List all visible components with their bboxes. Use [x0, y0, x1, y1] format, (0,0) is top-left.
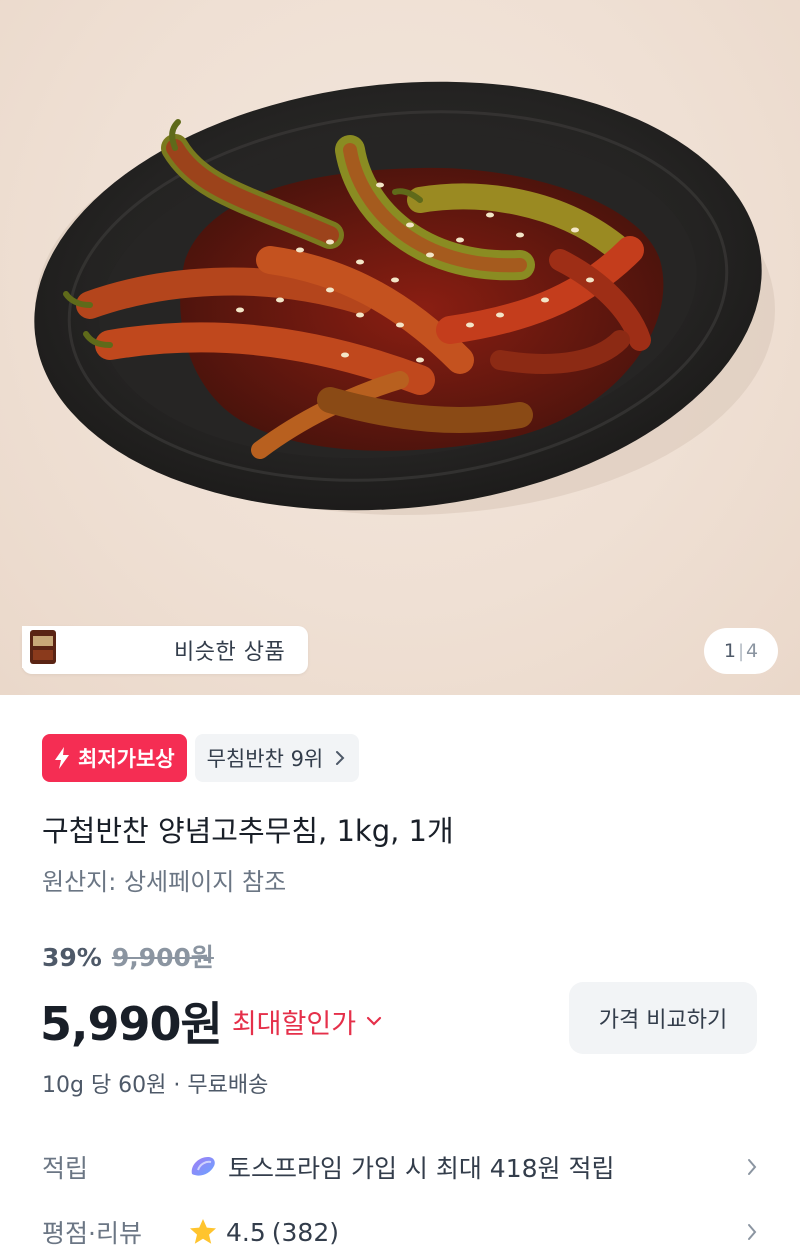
original-price: 9,900원 [111, 943, 214, 972]
product-origin: 원산지: 상세페이지 참조 [42, 868, 287, 896]
review-rating: 4.5 [226, 1217, 266, 1247]
chevron-right-icon [748, 1224, 757, 1240]
category-rank-badge[interactable]: 무침반찬 9위 [194, 734, 360, 782]
image-counter-separator: | [737, 640, 745, 662]
review-row[interactable]: 평점·리뷰 4.5 (382) [42, 1212, 758, 1252]
image-counter-current: 1 [723, 640, 736, 662]
points-label: 적립 [42, 1154, 89, 1183]
chevron-right-icon [336, 751, 345, 765]
lowest-price-badge-label: 최저가보상 [78, 747, 175, 771]
lowest-price-badge[interactable]: 최저가보상 [42, 734, 187, 782]
price-row: 5,990원 최대할인가 [40, 988, 382, 1054]
points-value: 토스프라임 가입 시 최대 418원 적립 [228, 1154, 615, 1183]
discount-row: 39% 9,900원 [42, 938, 214, 974]
similar-products-label: 비슷한 상품 [174, 640, 286, 665]
lightning-bolt-icon [55, 747, 69, 769]
product-image-gallery[interactable]: 비슷한 상품 1 | 4 [0, 0, 800, 695]
sale-price: 5,990원 [40, 997, 223, 1051]
review-value-container: 4.5 (382) [188, 1217, 746, 1247]
points-row[interactable]: 적립 토스프라임 가입 시 최대 418원 적립 [42, 1147, 758, 1187]
unit-price-shipping: 10g 당 60원 · 무료배송 [42, 1073, 269, 1098]
max-discount-toggle[interactable]: 최대할인가 [232, 1002, 356, 1041]
price-compare-button[interactable]: 가격 비교하기 [569, 982, 757, 1054]
review-count: (382) [271, 1217, 339, 1247]
prime-icon [191, 1157, 215, 1176]
discount-rate: 39% [42, 943, 102, 972]
chevron-down-icon[interactable] [366, 1016, 382, 1026]
chevron-right-icon [748, 1159, 757, 1175]
similar-thumb-3 [22, 626, 160, 671]
product-photo [34, 81, 775, 515]
similar-thumb-2 [22, 626, 114, 671]
badge-row: 최저가보상 무침반찬 9위 [42, 734, 360, 782]
category-rank-label: 무침반찬 9위 [206, 747, 324, 771]
image-counter: 1 | 4 [704, 628, 778, 674]
review-label: 평점·리뷰 [42, 1219, 142, 1248]
points-value-container: 토스프라임 가입 시 최대 418원 적립 [188, 1149, 746, 1185]
star-icon [190, 1219, 216, 1244]
product-title: 구첩반찬 양념고추무침, 1kg, 1개 [42, 814, 454, 848]
similar-products-button[interactable]: 비슷한 상품 [22, 626, 308, 674]
image-counter-total: 4 [746, 640, 759, 662]
